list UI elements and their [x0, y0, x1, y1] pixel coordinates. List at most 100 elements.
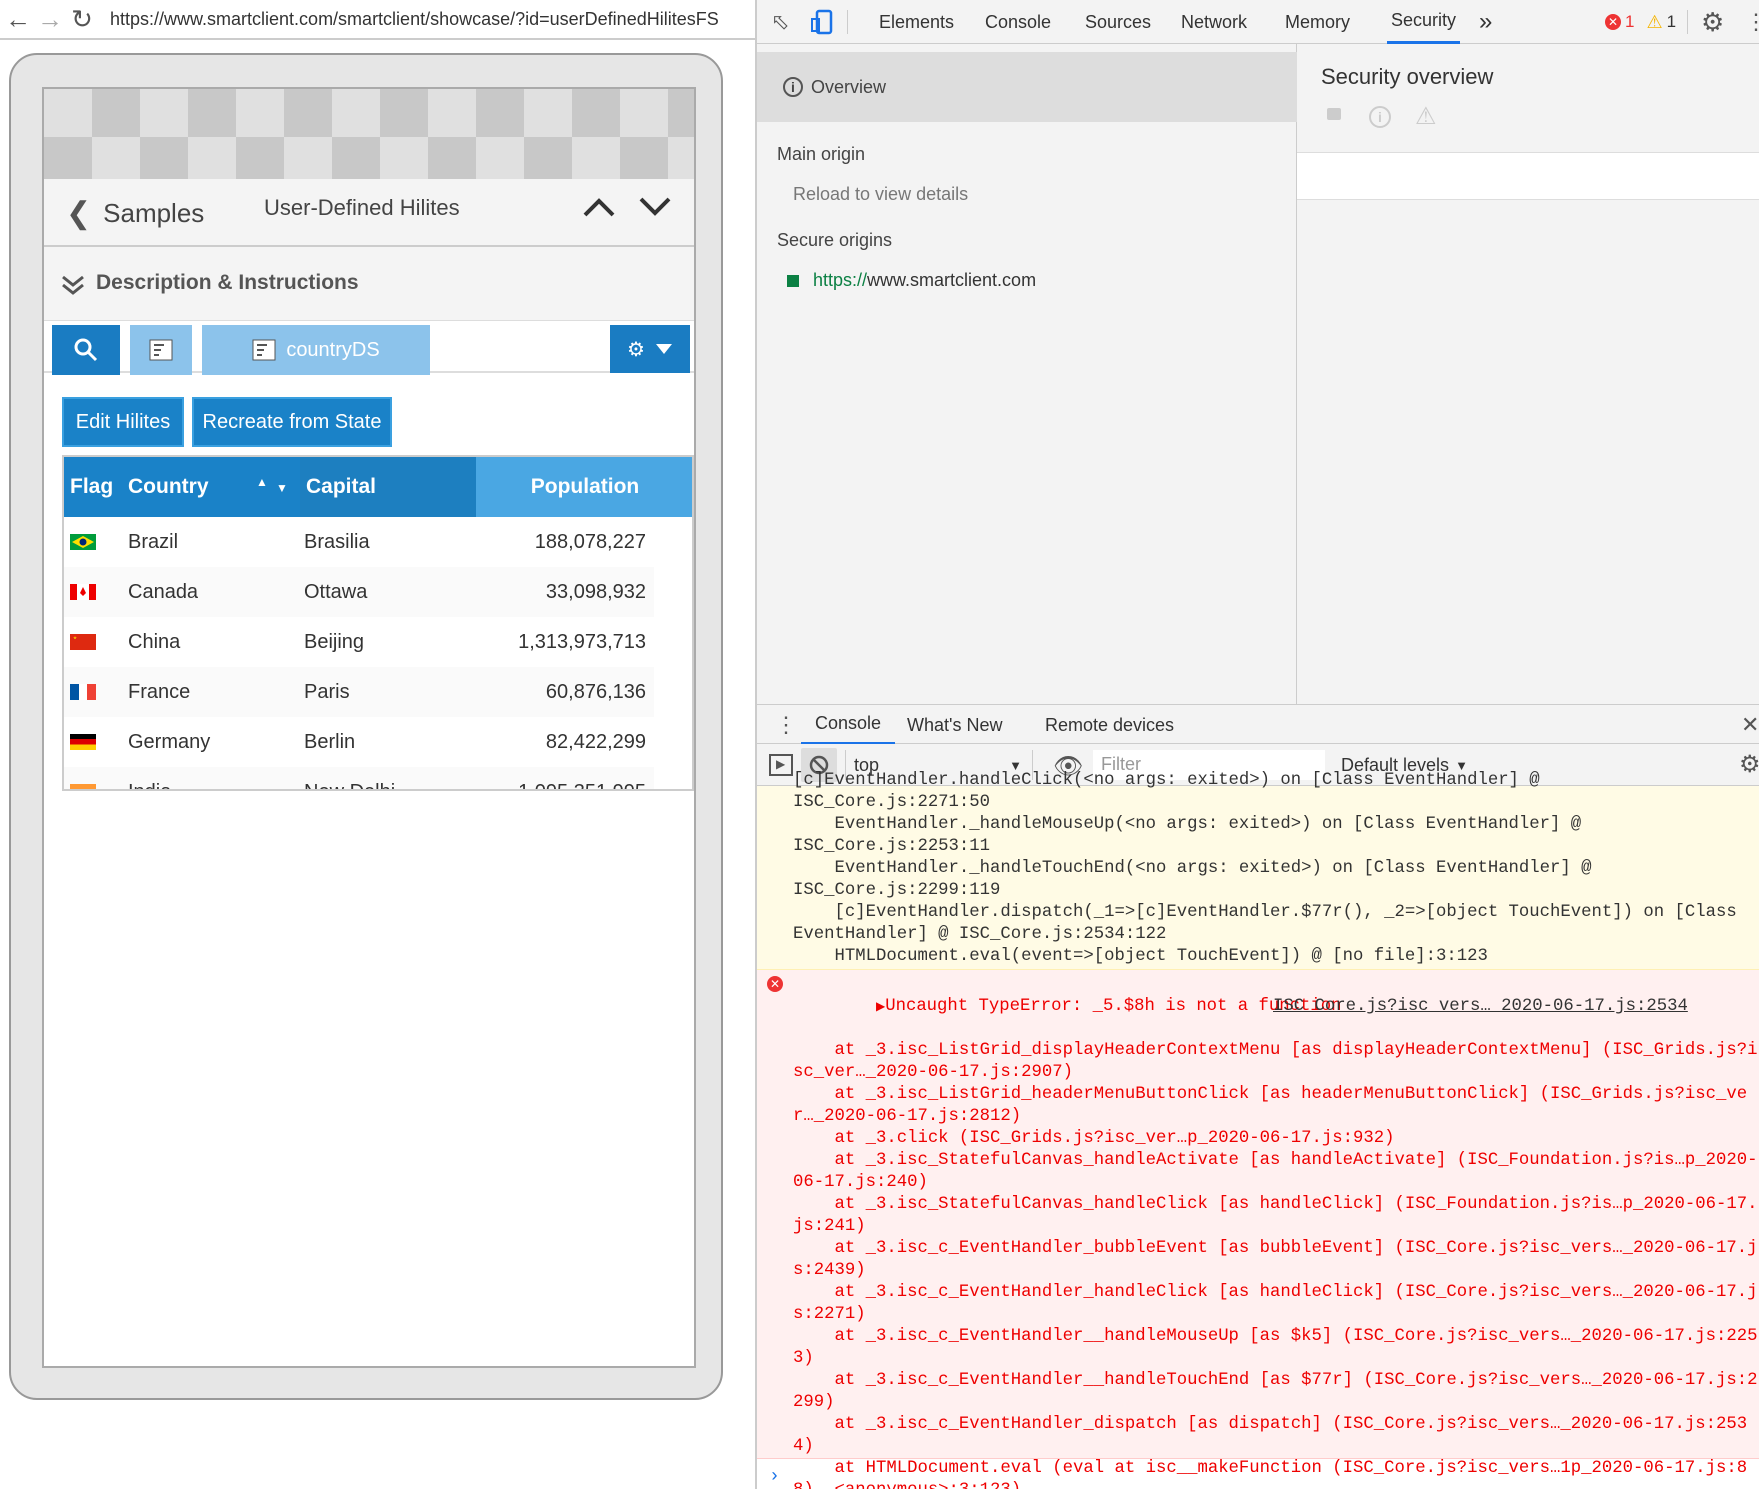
- show-sidebar-icon[interactable]: ▶: [769, 754, 793, 776]
- inspect-element-icon[interactable]: ⬁: [771, 0, 789, 44]
- chevron-down-icon: [639, 197, 671, 216]
- stack-line: r…_2020-06-17.js:2812): [793, 1107, 1022, 1126]
- cell-country: Germany: [128, 730, 211, 753]
- column-header-flag[interactable]: Flag: [70, 457, 130, 517]
- tab-search[interactable]: [52, 325, 120, 375]
- tab-source[interactable]: [130, 325, 192, 375]
- document-icon: [252, 339, 276, 361]
- device-toolbar-icon[interactable]: [811, 0, 833, 44]
- stack-line: at _3.isc_c_EventHandler_handleClick [as…: [793, 1283, 1758, 1302]
- tab-elements[interactable]: Elements: [879, 0, 954, 44]
- warning-icon: ⚠: [1415, 103, 1437, 130]
- column-header-country[interactable]: Country ▲ ▼: [128, 457, 300, 517]
- console-error-message[interactable]: ✕ ▶Uncaught TypeError: _5.$8h is not a f…: [757, 970, 1759, 1489]
- kebab-menu-icon[interactable]: ⋮: [1745, 0, 1759, 44]
- cell-population: 1,313,973,713: [518, 630, 646, 653]
- drawer-tab-remote-devices[interactable]: Remote devices: [1045, 705, 1174, 745]
- nav-bar: ❮ Samples User-Defined Hilites: [44, 179, 694, 247]
- origin-host: www.smartclient.com: [867, 270, 1037, 290]
- warn-line: ISC_Core.js:2299:119: [793, 881, 1001, 900]
- stack-line: at _3.click (ISC_Grids.js?isc_ver…p_2020…: [793, 1129, 1395, 1148]
- back-icon[interactable]: ←: [4, 4, 32, 34]
- table-row[interactable]: Brazil Brasilia 188,078,227: [64, 517, 654, 567]
- main-origin-heading: Main origin: [777, 144, 866, 164]
- document-icon: [149, 339, 173, 361]
- checker-background: [44, 89, 694, 179]
- china-flag-icon: [70, 634, 96, 650]
- back-button[interactable]: ❮ Samples: [66, 193, 204, 233]
- device-frame: ❮ Samples User-Defined Hilites Descripti…: [9, 53, 723, 1400]
- cell-population: 1,095,351,995: [518, 767, 646, 790]
- header-menu-caret-icon[interactable]: ▼: [276, 481, 288, 495]
- console-warning-message[interactable]: [c]EventHandler.handleClick(<no args: ex…: [757, 771, 1759, 970]
- reload-details-text: Reload to view details: [793, 184, 969, 204]
- tab-memory[interactable]: Memory: [1285, 0, 1350, 44]
- table-row[interactable]: China Beijing 1,313,973,713: [64, 617, 654, 667]
- tab-label: countryDS: [286, 338, 380, 361]
- drawer-menu-icon[interactable]: ⋮: [775, 705, 797, 745]
- table-row[interactable]: Canada Ottawa 33,098,932: [64, 567, 654, 617]
- column-header-population[interactable]: Population: [476, 457, 692, 517]
- description-section[interactable]: Description & Instructions: [44, 247, 694, 321]
- warn-line: HTMLDocument.eval(event=>[object TouchEv…: [793, 947, 1488, 966]
- address-bar[interactable]: https://www.smartclient.com/smartclient/…: [110, 9, 719, 30]
- edit-hilites-button[interactable]: Edit Hilites: [62, 397, 184, 447]
- secure-status-square: [787, 274, 799, 287]
- warning-icon: ⚠: [1646, 11, 1663, 32]
- next-sample-button[interactable]: [638, 193, 672, 224]
- options-menu-button[interactable]: ⚙: [610, 325, 690, 373]
- warn-line: ISC_Core.js:2271:50: [793, 793, 991, 812]
- more-tabs-button[interactable]: »: [1479, 0, 1492, 44]
- error-source-link[interactable]: ISC_Core.js?isc_vers…_2020-06-17.js:2534: [1273, 996, 1688, 1018]
- device-screen: ❮ Samples User-Defined Hilites Descripti…: [42, 87, 696, 1368]
- stack-line: at _3.isc_c_EventHandler__handleMouseUp …: [793, 1327, 1758, 1346]
- cell-capital: Paris: [304, 680, 350, 703]
- back-label: Samples: [103, 197, 205, 228]
- forward-icon[interactable]: →: [36, 4, 64, 34]
- table-row[interactable]: France Paris 60,876,136: [64, 667, 654, 717]
- description-label: Description & Instructions: [96, 271, 359, 294]
- console-prompt[interactable]: ›: [769, 1466, 780, 1488]
- table-row[interactable]: India New Delhi 1,095,351,995: [64, 767, 654, 790]
- warn-line: [c]EventHandler.handleClick(<no args: ex…: [793, 771, 1540, 790]
- recreate-from-state-button[interactable]: Recreate from State: [192, 397, 392, 447]
- warn-line: ISC_Core.js:2253:11: [793, 837, 991, 856]
- error-icon: ✕: [767, 976, 783, 992]
- stack-line: at _3.isc_c_EventHandler_dispatch [as di…: [793, 1415, 1748, 1434]
- tab-console[interactable]: Console: [985, 0, 1051, 44]
- warn-line: EventHandler] @ ISC_Core.js:2534:122: [793, 925, 1167, 944]
- reload-icon[interactable]: ↻: [68, 4, 96, 34]
- warn-line: EventHandler._handleTouchEnd(<no args: e…: [793, 859, 1592, 878]
- console-output: [c]EventHandler.handleClick(<no args: ex…: [757, 771, 1759, 1489]
- column-header-capital[interactable]: Capital: [300, 457, 476, 517]
- warn-line: [c]EventHandler.dispatch(_1=>[c]EventHan…: [793, 903, 1737, 922]
- security-sidebar: i Overview Main origin Reload to view de…: [757, 44, 1297, 704]
- previous-sample-button[interactable]: [582, 193, 616, 227]
- error-counter[interactable]: ✕ 1 ⚠ 1: [1605, 0, 1676, 44]
- overview-item[interactable]: i Overview: [757, 52, 1297, 122]
- cell-capital: New Delhi: [304, 767, 395, 790]
- expand-triangle-icon[interactable]: ▶: [876, 1000, 885, 1014]
- cell-population: 60,876,136: [545, 680, 646, 703]
- gears-icon: ⚙: [627, 338, 645, 361]
- secure-origin-link[interactable]: https:// www.smartclient.com: [787, 270, 1036, 291]
- chevron-up-icon: [583, 198, 615, 217]
- tab-network[interactable]: Network: [1181, 0, 1247, 44]
- error-icon: ✕: [1605, 14, 1621, 30]
- settings-gear-icon[interactable]: ⚙: [1701, 0, 1724, 44]
- stack-line: 3): [793, 1349, 814, 1368]
- drawer-tab-console[interactable]: Console: [801, 705, 896, 745]
- info-icon: i: [783, 77, 803, 97]
- stack-line: at _3.isc_ListGrid_headerMenuButtonClick…: [793, 1085, 1748, 1104]
- drawer-tabs: ⋮ Console What's New Remote devices ✕: [757, 704, 1759, 745]
- cell-country: China: [128, 630, 181, 653]
- drawer-tab-whats-new[interactable]: What's New: [907, 705, 1002, 745]
- tab-sources[interactable]: Sources: [1085, 0, 1151, 44]
- tab-countryds[interactable]: countryDS: [202, 325, 430, 375]
- cell-capital: Beijing: [304, 630, 365, 653]
- table-row[interactable]: Germany Berlin 82,422,299: [64, 717, 654, 767]
- tab-security[interactable]: Security: [1387, 0, 1461, 44]
- double-chevron-down-icon: [62, 275, 84, 295]
- canada-flag-icon: [70, 584, 96, 600]
- close-drawer-icon[interactable]: ✕: [1741, 705, 1759, 745]
